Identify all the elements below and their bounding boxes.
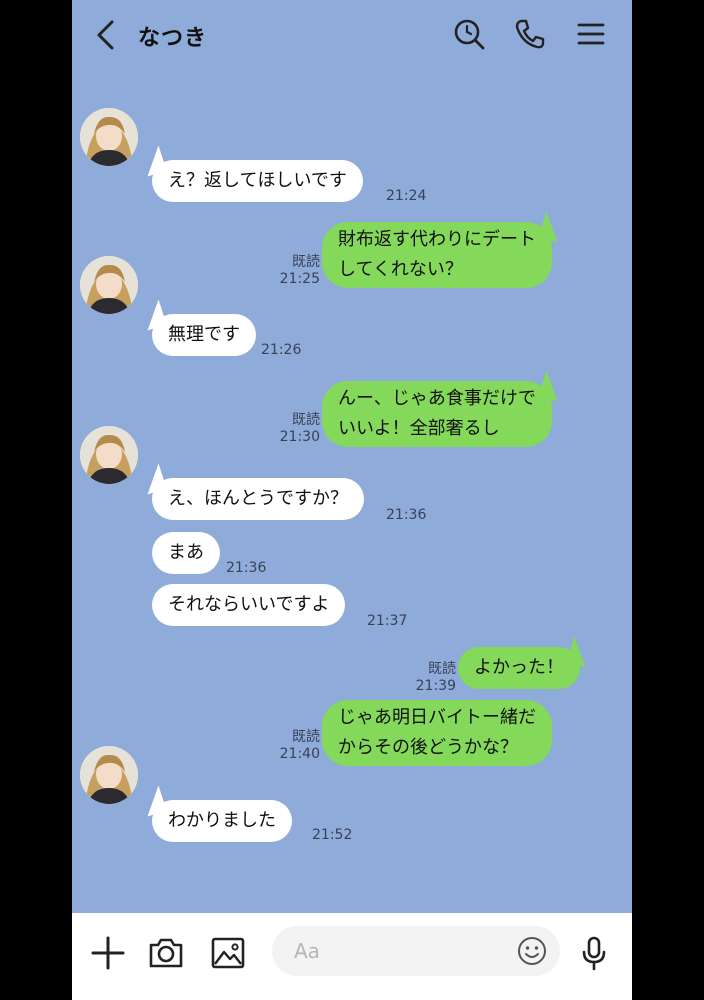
message-time: 21:40 [279,746,320,762]
read-status: 既読 [292,412,320,428]
contact-avatar[interactable] [80,426,138,484]
back-arrow-icon[interactable] [92,18,120,52]
message-time: 21:25 [279,271,320,287]
menu-icon[interactable] [573,16,609,52]
search-icon[interactable] [451,16,487,52]
message-time: 21:26 [261,342,302,358]
read-receipt: 既読 21:25 [270,254,320,288]
camera-icon[interactable] [146,933,186,973]
incoming-message-bubble[interactable]: それならいいですよ [152,584,346,626]
message-time: 21:52 [312,827,353,843]
image-icon[interactable] [208,933,248,973]
chat-header: なつき [72,0,632,70]
chat-screen: なつき え？返してほしいです 21:24 財布返す代わりにデート してくれない？… [72,0,632,1000]
contact-avatar[interactable] [80,108,138,166]
message-time: 21:24 [386,188,427,204]
incoming-message-bubble[interactable]: え、ほんとうですか？ [152,478,364,520]
message-text: それならいいですよ [168,594,330,615]
message-text: 無理です [168,324,240,345]
read-status: 既読 [292,729,320,745]
incoming-message-bubble[interactable]: え？返してほしいです [152,160,363,202]
outgoing-message-bubble[interactable]: よかった！ [458,647,580,689]
message-text-line: んー、じゃあ食事だけで [338,388,536,409]
message-time: 21:39 [415,678,456,694]
outgoing-message-bubble[interactable]: じゃあ明日バイトー緒だ からその後どうかな？ [322,700,552,766]
message-time: 21:36 [226,560,267,576]
message-composer [72,913,632,1000]
message-text-line: 財布返す代わりにデート [338,229,536,250]
contact-avatar[interactable] [80,256,138,314]
incoming-message-bubble[interactable]: 無理です [152,314,256,356]
message-time: 21:30 [279,429,320,445]
plus-icon[interactable] [88,933,128,973]
message-text: わかりました [168,810,276,831]
phone-icon[interactable] [512,16,548,52]
message-text-line: からその後どうかな？ [338,737,518,758]
incoming-message-bubble[interactable]: わかりました [152,800,292,842]
message-text: え、ほんとうですか？ [168,488,348,509]
incoming-message-bubble[interactable]: まあ [152,532,220,574]
read-receipt: 既読 21:39 [406,661,456,695]
message-text: よかった！ [474,657,564,678]
message-time: 21:37 [367,613,408,629]
read-status: 既読 [428,661,456,677]
read-receipt: 既読 21:40 [270,729,320,763]
emoji-icon[interactable] [516,935,548,967]
message-time: 21:36 [386,507,427,523]
microphone-icon[interactable] [574,933,614,973]
message-text-line: してくれない？ [338,259,463,280]
message-text-line: じゃあ明日バイトー緒だ [338,707,536,728]
outgoing-message-bubble[interactable]: 財布返す代わりにデート してくれない？ [322,222,552,288]
chat-title: なつき [138,26,208,51]
message-text: え？返してほしいです [168,170,347,191]
read-status: 既読 [292,254,320,270]
contact-avatar[interactable] [80,746,138,804]
read-receipt: 既読 21:30 [270,412,320,446]
message-text: まあ [168,542,204,563]
message-text-line: いいよ！全部奢るし [338,418,500,439]
outgoing-message-bubble[interactable]: んー、じゃあ食事だけで いいよ！全部奢るし [322,381,552,447]
